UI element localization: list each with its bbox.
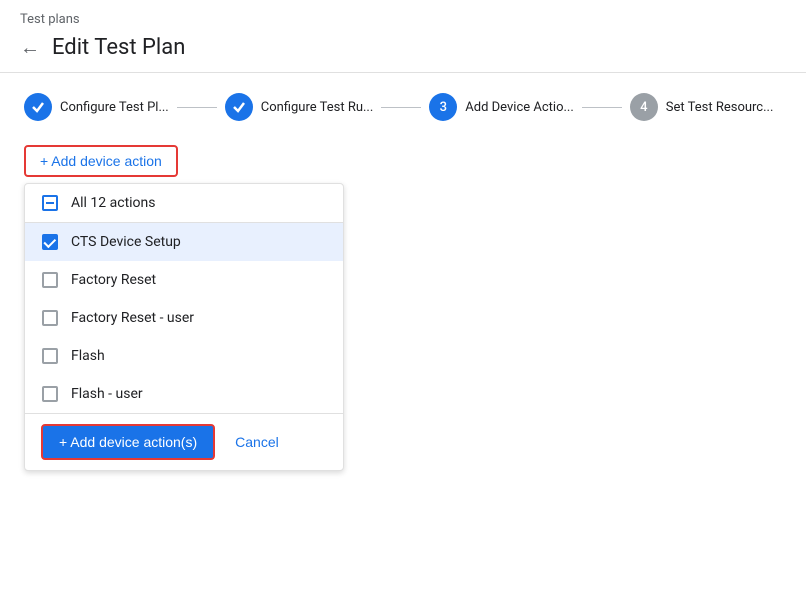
- step-connector-3: [582, 107, 622, 108]
- factory-reset-label: Factory Reset: [71, 272, 156, 288]
- back-button[interactable]: ←: [20, 35, 40, 60]
- add-device-actions-button[interactable]: + Add device action(s): [41, 424, 215, 460]
- step-1: Configure Test Pl...: [24, 93, 169, 121]
- cancel-button[interactable]: Cancel: [231, 426, 283, 458]
- step-connector-2: [381, 107, 421, 108]
- step-3: 3 Add Device Actio...: [429, 93, 574, 121]
- step-2-label: Configure Test Ru...: [261, 100, 374, 115]
- factory-reset-user-label: Factory Reset - user: [71, 310, 194, 326]
- step-3-circle: 3: [429, 93, 457, 121]
- step-1-label: Configure Test Pl...: [60, 100, 169, 115]
- flash-label: Flash: [71, 348, 105, 364]
- page-title: Edit Test Plan: [52, 35, 185, 60]
- main-content: + Add device action All 12 actions CTS: [0, 141, 806, 596]
- dropdown-footer: + Add device action(s) Cancel: [25, 413, 343, 470]
- list-item[interactable]: Flash: [25, 337, 343, 375]
- cts-label: CTS Device Setup: [71, 234, 181, 250]
- step-3-label: Add Device Actio...: [465, 100, 574, 115]
- flash-user-checkbox: [41, 385, 59, 403]
- list-item[interactable]: Factory Reset - user: [25, 299, 343, 337]
- factory-reset-user-checkbox: [41, 309, 59, 327]
- unchecked-checkbox-icon: [42, 272, 58, 288]
- step-1-circle: [24, 93, 52, 121]
- indeterminate-checkbox-icon: [42, 195, 58, 211]
- stepper: Configure Test Pl... Configure Test Ru..…: [0, 73, 806, 141]
- all-actions-label: All 12 actions: [71, 195, 156, 211]
- step-connector-1: [177, 107, 217, 108]
- checked-checkbox-icon: [42, 234, 58, 250]
- step-4-circle: 4: [630, 93, 658, 121]
- list-item[interactable]: CTS Device Setup: [25, 223, 343, 261]
- step-4: 4 Set Test Resourc...: [630, 93, 774, 121]
- list-item[interactable]: Factory Reset: [25, 261, 343, 299]
- checkmark-icon: [31, 100, 45, 114]
- page-container: Test plans ← Edit Test Plan Configure Te…: [0, 0, 806, 596]
- flash-checkbox: [41, 347, 59, 365]
- step-4-label: Set Test Resourc...: [666, 100, 774, 115]
- dropdown-panel: All 12 actions CTS Device Setup Factory …: [24, 183, 344, 471]
- header: ← Edit Test Plan: [0, 31, 806, 73]
- checkmark-icon-2: [232, 100, 246, 114]
- factory-reset-checkbox: [41, 271, 59, 289]
- add-device-action-button[interactable]: + Add device action: [24, 145, 178, 177]
- unchecked-checkbox-icon: [42, 348, 58, 364]
- breadcrumb: Test plans: [0, 0, 806, 31]
- step-2: Configure Test Ru...: [225, 93, 374, 121]
- unchecked-checkbox-icon: [42, 386, 58, 402]
- dropdown-list: All 12 actions CTS Device Setup Factory …: [25, 184, 343, 413]
- cts-checkbox: [41, 233, 59, 251]
- all-actions-checkbox: [41, 194, 59, 212]
- unchecked-checkbox-icon: [42, 310, 58, 326]
- flash-user-label: Flash - user: [71, 386, 143, 402]
- all-actions-item[interactable]: All 12 actions: [25, 184, 343, 222]
- list-item[interactable]: Flash - user: [25, 375, 343, 413]
- step-2-circle: [225, 93, 253, 121]
